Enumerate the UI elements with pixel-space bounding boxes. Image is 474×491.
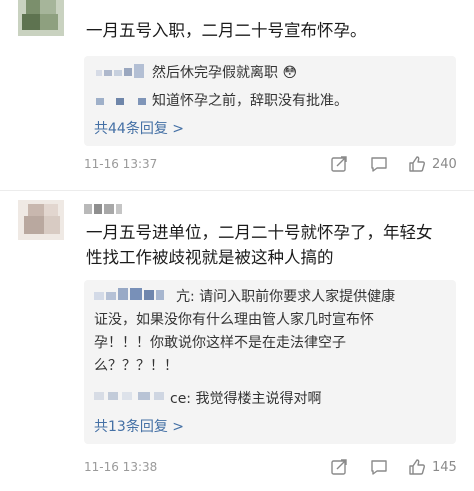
share-icon[interactable] [330,458,348,476]
reply-text-continued: 证没，如果没你有什么理由管人家几时宣布怀 孕！！！你敢说你这样不是在走法律空子 … [94,312,374,374]
reply-text: 然后休完孕假就离职 😳 [152,65,298,81]
timestamp: 11-16 13:37 [84,157,158,171]
more-replies-link[interactable]: 共44条回复 > [94,118,184,138]
reply-box: 然后休完孕假就离职 😳 知道怀孕之前，辞职没有批准。 共44条回复 > [84,56,456,146]
reply-text: 知道怀孕之前，辞职没有批准。 [152,93,348,109]
like-icon[interactable] [408,155,426,173]
reply-box: 亢: 请问入职前你要求人家提供健康 证没，如果没你有什么理由管人家几时宣布怀 孕… [84,280,456,444]
comment-text: 一月五号入职，二月二十号宣布怀孕。 [86,21,367,40]
avatar[interactable] [18,0,64,36]
comment-text: 一月五号进单位，二月二十号就怀孕了，年轻女 性找工作被歧视就是被这种人搞的 [86,223,433,267]
timestamp: 11-16 13:38 [84,460,158,474]
like-count: 145 [432,460,457,475]
like-icon[interactable] [408,458,426,476]
username-blur [94,386,180,404]
avatar[interactable] [18,200,64,240]
comment-icon[interactable] [370,458,388,476]
comment-icon[interactable] [370,155,388,173]
share-icon[interactable] [330,155,348,173]
username-blur [94,90,150,106]
username-blur [94,284,188,304]
username-blur [84,204,144,214]
like-count: 240 [432,157,457,172]
divider [0,190,474,191]
more-replies-link[interactable]: 共13条回复 > [94,416,184,436]
reply-text: ce: 我觉得楼主说得对啊 [170,391,322,407]
reply-text: 亢: 请问入职前你要求人家提供健康 [176,289,396,305]
username-blur [94,64,150,80]
